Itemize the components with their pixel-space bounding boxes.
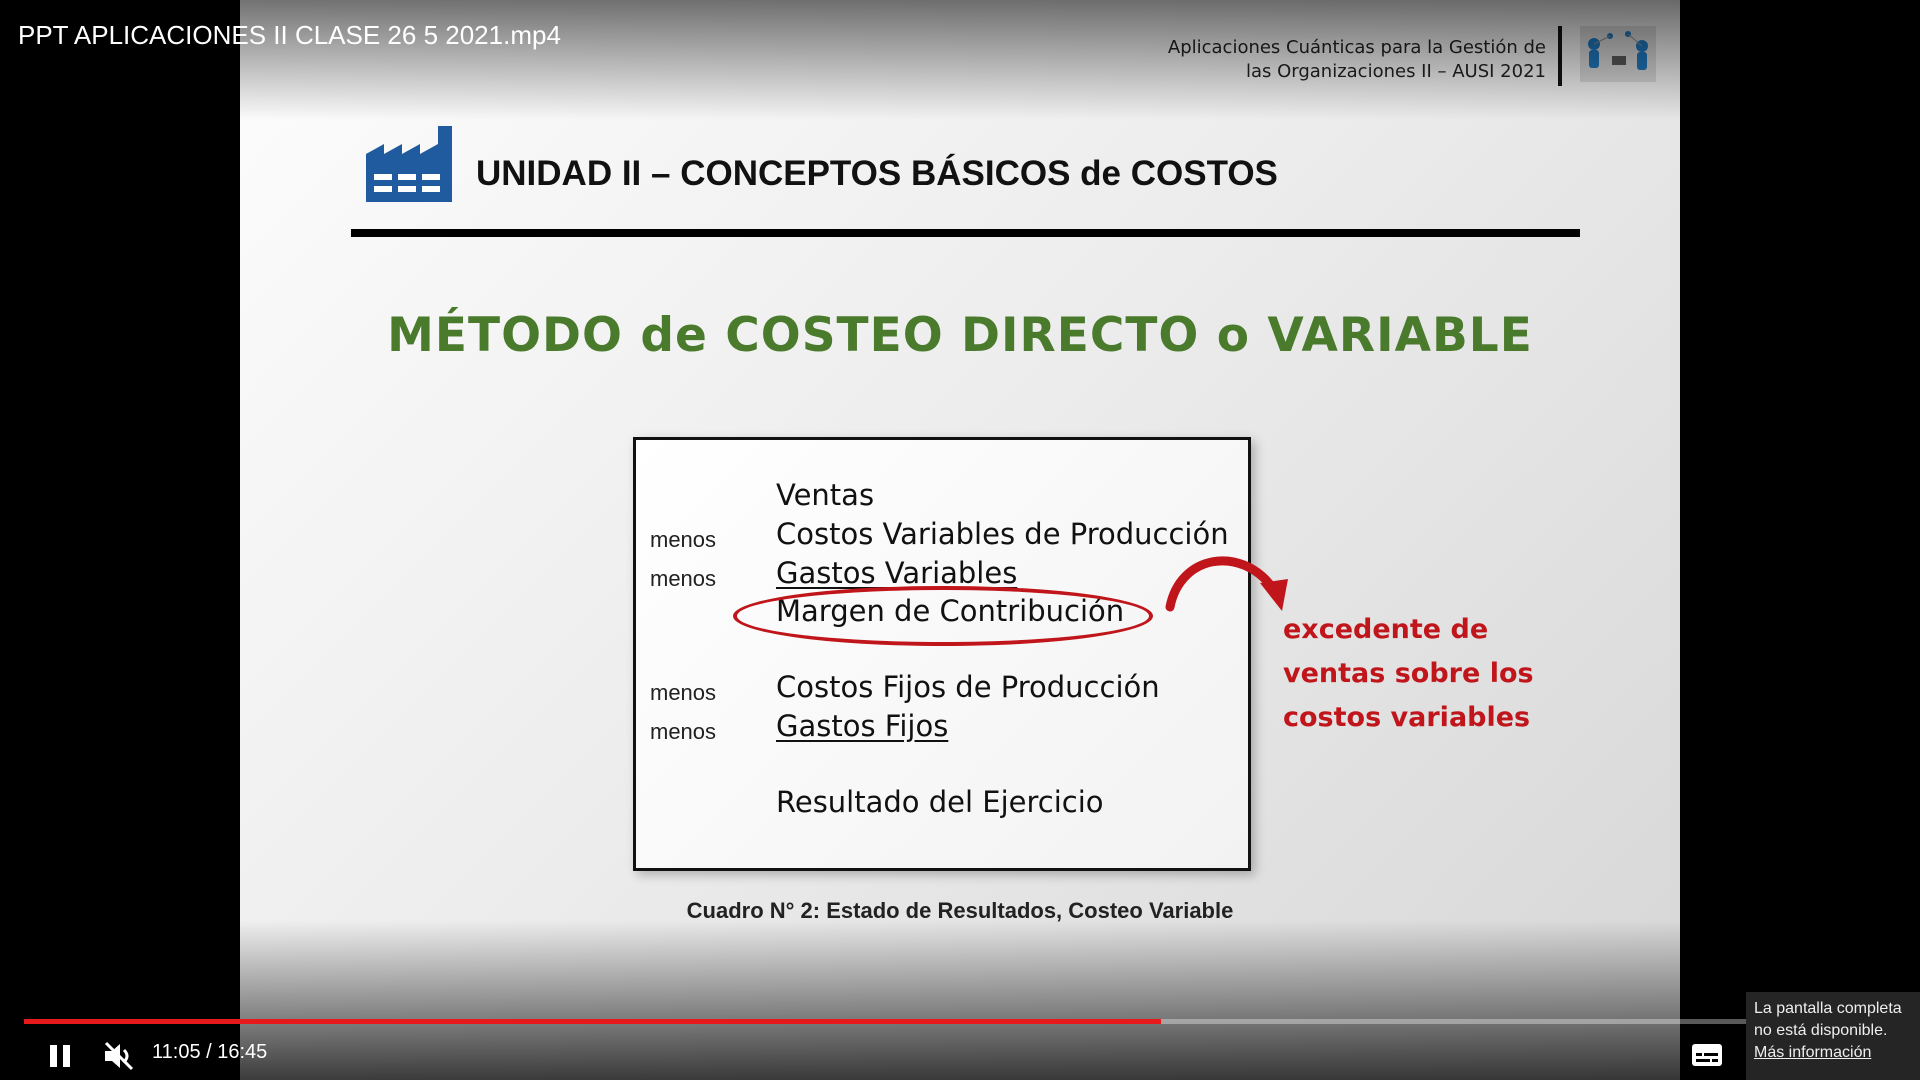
row-prefix: menos <box>650 680 717 705</box>
more-info-link[interactable]: Más información <box>1754 1044 1871 1061</box>
statement-row-resultado: Resultado del Ejercicio <box>636 785 1248 823</box>
progress-fill <box>24 1019 1161 1024</box>
row-prefix: menos <box>650 566 717 591</box>
annotation-text: excedente de ventas sobre los costos var… <box>1283 608 1583 740</box>
highlight-ellipse <box>733 586 1153 646</box>
mute-button[interactable] <box>102 1040 136 1072</box>
course-title: Aplicaciones Cuánticas para la Gestión d… <box>1168 36 1546 84</box>
statement-row-gastos-fijos: menos Gastos Fijos <box>636 709 1248 747</box>
row-label: Costos Fijos de Producción <box>776 670 1160 704</box>
pause-icon <box>50 1045 70 1067</box>
factory-icon <box>364 126 460 204</box>
curved-arrow-icon <box>1165 556 1288 612</box>
course-title-line2: las Organizaciones II – AUSI 2021 <box>1245 61 1546 82</box>
video-title: PPT APLICACIONES II CLASE 26 5 2021.mp4 <box>18 20 561 50</box>
statement-row-ventas: Ventas <box>636 478 1248 516</box>
row-prefix: menos <box>650 527 717 552</box>
subtitles-button[interactable] <box>1690 1041 1724 1069</box>
income-statement-box: Ventas menos Costos Variables de Producc… <box>633 437 1251 871</box>
row-prefix: menos <box>650 719 717 744</box>
muted-speaker-icon <box>104 1041 134 1071</box>
course-title-line1: Aplicaciones Cuánticas para la Gestión d… <box>1167 37 1546 58</box>
statement-row-costos-fijos: menos Costos Fijos de Producción <box>636 670 1248 708</box>
unit-title: UNIDAD II – CONCEPTOS BÁSICOS de COSTOS <box>476 154 1278 193</box>
row-label: Gastos Variables <box>776 556 1018 590</box>
statement-row-costos-variables: menos Costos Variables de Producción <box>636 517 1248 555</box>
subtitles-icon <box>1692 1044 1722 1066</box>
row-label: Ventas <box>776 478 875 512</box>
fullscreen-unavailable-tooltip: La pantalla completa no está disponible.… <box>1746 992 1920 1080</box>
annotation-line: ventas sobre los <box>1283 658 1534 689</box>
people-network-icon <box>1580 26 1656 82</box>
tooltip-text: La pantalla completa no está disponible. <box>1754 1000 1902 1039</box>
time-display: 11:05 / 16:45 <box>152 1041 268 1063</box>
row-label: Resultado del Ejercicio <box>776 785 1104 819</box>
row-label: Gastos Fijos <box>776 709 949 743</box>
title-rule <box>351 229 1580 237</box>
header-divider <box>1558 26 1562 86</box>
annotation-line: excedente de <box>1283 614 1489 645</box>
method-title: MÉTODO de COSTEO DIRECTO o VARIABLE <box>387 308 1533 363</box>
table-caption: Cuadro N° 2: Estado de Resultados, Coste… <box>686 898 1234 923</box>
slide: Aplicaciones Cuánticas para la Gestión d… <box>240 0 1680 1080</box>
annotation-line: costos variables <box>1283 702 1531 733</box>
pause-button[interactable] <box>44 1040 76 1072</box>
progress-bar[interactable] <box>24 1019 1746 1024</box>
